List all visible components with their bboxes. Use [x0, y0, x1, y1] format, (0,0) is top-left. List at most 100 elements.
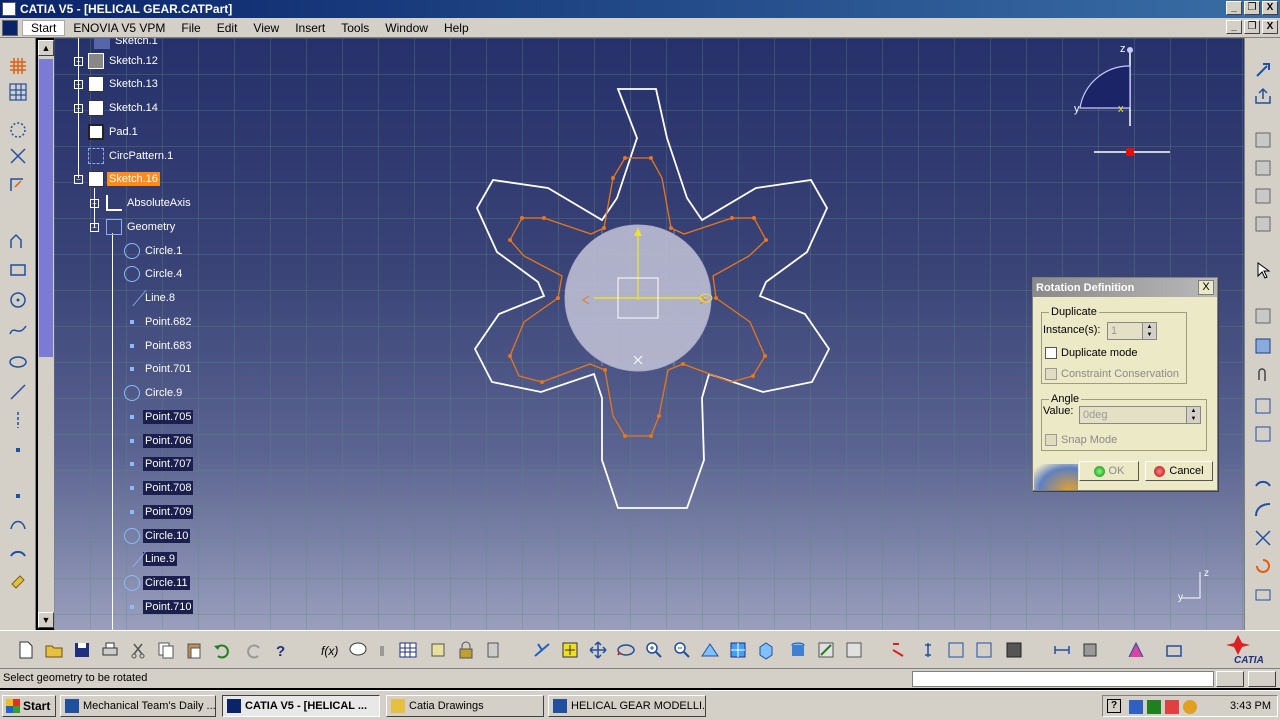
command-input[interactable] [912, 671, 1214, 687]
copy-icon[interactable] [156, 640, 176, 660]
command-history-button[interactable] [1216, 671, 1244, 687]
doc-close-button[interactable]: X [1262, 20, 1278, 34]
tool-icon-6[interactable] [1253, 336, 1273, 356]
sketcher-icon[interactable] [1164, 640, 1184, 660]
rectangle-icon[interactable] [8, 260, 28, 280]
iso-view-icon[interactable] [756, 640, 776, 660]
tree-item[interactable]: Point.701 [124, 360, 193, 378]
tree-item[interactable]: Circle.1 [124, 242, 184, 260]
line-icon[interactable] [8, 382, 28, 402]
duplicate-mode-checkbox[interactable] [1045, 347, 1057, 359]
animate-icon[interactable] [1004, 640, 1024, 660]
curve-icon[interactable] [8, 514, 28, 534]
cancel-button[interactable]: Cancel [1145, 461, 1213, 481]
paste-icon[interactable] [184, 640, 204, 660]
tree-item[interactable]: Circle.11 [124, 574, 190, 592]
curve-tool-icon[interactable] [1253, 500, 1273, 520]
tree-item[interactable]: Geometry [106, 218, 177, 236]
point-small-icon[interactable] [8, 486, 28, 506]
constraint-conservation-checkbox[interactable] [1045, 368, 1057, 380]
start-button[interactable]: Start [2, 695, 56, 717]
select-arrow-icon[interactable] [1253, 260, 1273, 280]
tool-icon-7[interactable] [1253, 396, 1273, 416]
tree-item[interactable]: CircPattern.1 [88, 147, 175, 165]
auto-constraint-icon[interactable] [974, 640, 994, 660]
rotate-view-icon[interactable] [616, 640, 636, 660]
catalog-icon[interactable] [484, 640, 504, 660]
hide-show-icon[interactable] [816, 640, 836, 660]
tree-item[interactable]: Circle.4 [124, 265, 184, 283]
tool-icon-1[interactable] [1253, 130, 1273, 150]
open-icon[interactable] [44, 640, 64, 660]
arc-tool-icon[interactable] [1253, 472, 1273, 492]
tool-icon-4[interactable] [1253, 214, 1273, 234]
tree-item[interactable]: AbsoluteAxis [106, 194, 193, 212]
construction-icon[interactable] [8, 120, 28, 140]
lock-small-icon[interactable] [372, 640, 392, 660]
constraint-icon[interactable] [946, 640, 966, 660]
tree-item[interactable]: Line.9 [117, 550, 177, 568]
doc-minimize-button[interactable]: _ [1226, 20, 1242, 34]
scroll-thumb[interactable] [38, 58, 54, 358]
scroll-down-button[interactable]: ▼ [38, 612, 54, 628]
menu-insert[interactable]: Insert [287, 21, 333, 35]
menu-edit[interactable]: Edit [209, 21, 246, 35]
snap-grid-icon[interactable] [8, 82, 28, 102]
knowledge-icon[interactable] [348, 640, 368, 660]
doc-restore-button[interactable]: ❐ [1244, 20, 1260, 34]
table-icon[interactable] [398, 640, 418, 660]
tree-item[interactable]: Circle.10 [124, 527, 191, 545]
help-icon[interactable]: ? [272, 640, 292, 660]
tree-item[interactable]: Circle.9 [124, 384, 184, 402]
dimension-icon[interactable] [918, 640, 938, 660]
normal-view-icon[interactable] [700, 640, 720, 660]
menu-file[interactable]: File [173, 21, 208, 35]
eraser-icon[interactable] [8, 570, 28, 590]
task-catia[interactable]: CATIA V5 - [HELICAL ... [222, 695, 380, 717]
menu-window[interactable]: Window [377, 21, 436, 35]
help-tray-icon[interactable]: ? [1107, 699, 1121, 713]
task-catia-drawings[interactable]: Catia Drawings [386, 695, 544, 717]
lock-icon[interactable] [456, 640, 476, 660]
zoom-out-icon[interactable] [672, 640, 692, 660]
tree-item[interactable]: Sketch.13 [88, 75, 160, 93]
tree-item[interactable]: Sketch.14 [88, 99, 160, 117]
tree-item[interactable]: Point.682 [124, 313, 193, 331]
command-cancel-button[interactable] [1248, 671, 1276, 687]
network-tray-icon[interactable] [1129, 700, 1143, 714]
volume-tray-icon[interactable] [1147, 700, 1161, 714]
tree-item[interactable]: Point.707 [124, 455, 194, 473]
save-icon[interactable] [72, 640, 92, 660]
apply-material-icon[interactable] [1126, 640, 1146, 660]
dialog-close-button[interactable]: X [1198, 280, 1214, 295]
multi-view-icon[interactable] [728, 640, 748, 660]
tree-item[interactable]: Sketch.12 [88, 52, 160, 70]
minimize-button[interactable]: _ [1226, 1, 1242, 15]
close-button[interactable]: X [1262, 1, 1278, 15]
document-icon[interactable] [2, 19, 18, 36]
update-tray-icon[interactable] [1183, 700, 1197, 714]
axis-icon[interactable] [8, 410, 28, 430]
angle-value-spinner[interactable]: 0deg ▲ ▼ [1079, 406, 1201, 424]
shading-icon[interactable] [788, 640, 808, 660]
menu-enovia[interactable]: ENOVIA V5 VPM [65, 21, 173, 35]
scroll-up-button[interactable]: ▲ [38, 40, 54, 56]
zoom-in-icon[interactable] [644, 640, 664, 660]
menu-view[interactable]: View [245, 21, 287, 35]
arc-icon[interactable] [8, 542, 28, 562]
tree-item[interactable]: Point.709 [124, 503, 194, 521]
trim-icon[interactable] [1253, 528, 1273, 548]
pan-icon[interactable] [588, 640, 608, 660]
menu-start[interactable]: Start [22, 19, 66, 36]
compass-widget[interactable]: z y x [1074, 40, 1184, 160]
tree-item[interactable]: Point.706 [124, 432, 194, 450]
tree-item[interactable]: Line.8 [117, 289, 177, 307]
menu-tools[interactable]: Tools [333, 21, 377, 35]
rotate-icon[interactable] [1253, 556, 1273, 576]
tree-item[interactable]: Sketch.1 [94, 38, 160, 50]
tool-icon-2[interactable] [1253, 158, 1273, 178]
antivirus-tray-icon[interactable] [1165, 700, 1179, 714]
tool-icon-3[interactable] [1253, 186, 1273, 206]
ellipse-icon[interactable] [8, 352, 28, 372]
tree-item[interactable]: Point.683 [124, 337, 193, 355]
